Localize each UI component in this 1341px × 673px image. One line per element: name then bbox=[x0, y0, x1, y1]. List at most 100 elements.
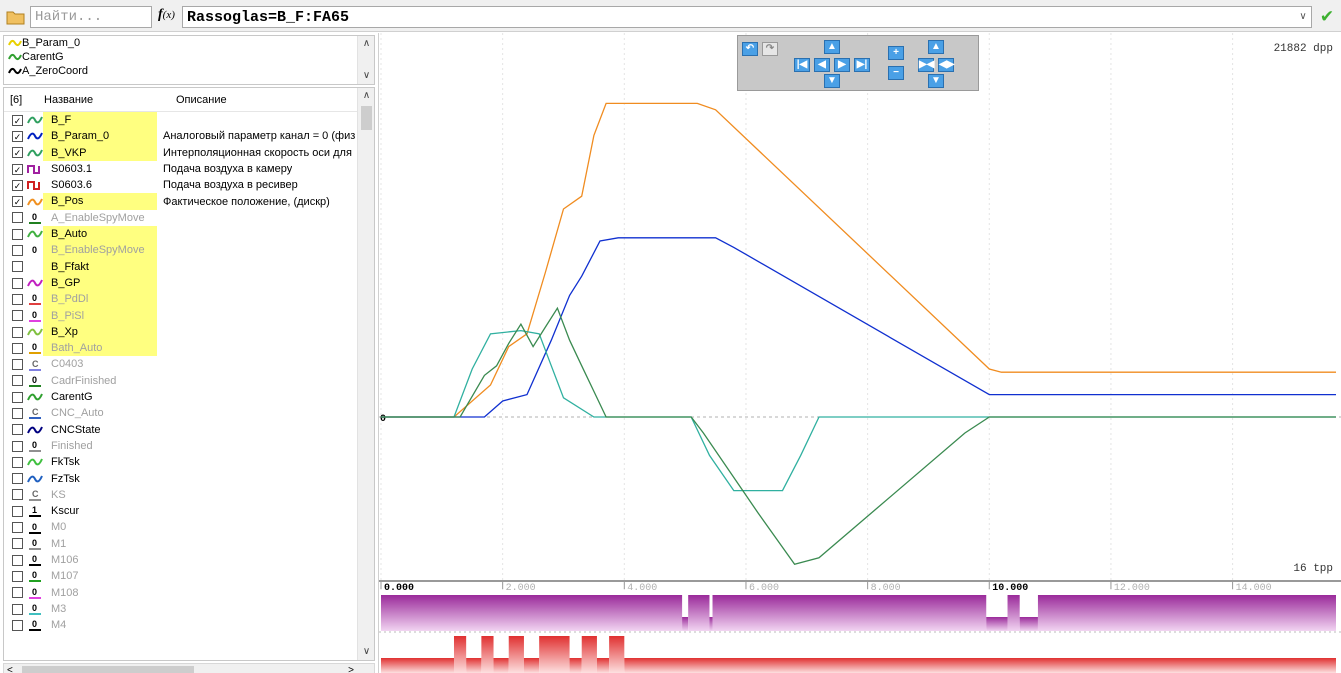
oscilloscope-plot[interactable]: 0 0.000 2.000 4.000 6.000 8.000 10.000 12.000 14… bbox=[378, 33, 1341, 673]
horizontal-scrollbar[interactable]: < > bbox=[3, 663, 375, 673]
row-checkbox[interactable] bbox=[12, 228, 23, 240]
formula-input[interactable]: Rassoglas=B_F:FA65 bbox=[182, 6, 1312, 28]
row-checkbox[interactable]: ✓ bbox=[12, 179, 23, 191]
scroll-up-icon[interactable]: ∧ bbox=[358, 88, 374, 104]
selected-signal-item[interactable]: B_Param_0 bbox=[4, 36, 374, 50]
table-row[interactable]: 0 B_PiSl bbox=[4, 307, 374, 324]
row-checkbox[interactable] bbox=[12, 440, 23, 452]
table-row[interactable]: FzTsk bbox=[4, 471, 374, 487]
table-row[interactable]: ✓ B_Pos Фактическое положение, (дискр) bbox=[4, 193, 374, 210]
row-checkbox[interactable] bbox=[12, 424, 23, 436]
go-end-icon[interactable]: ▶| bbox=[854, 58, 870, 72]
row-checkbox[interactable] bbox=[12, 587, 23, 599]
table-row[interactable]: 0 M1 bbox=[4, 536, 374, 552]
scroll-down-icon[interactable]: ∨ bbox=[358, 644, 374, 660]
row-checkbox[interactable] bbox=[12, 456, 23, 468]
table-row[interactable]: C C0403 bbox=[4, 356, 374, 372]
pan-down-icon[interactable]: ▼ bbox=[824, 74, 840, 88]
undo-icon[interactable]: ↶ bbox=[742, 42, 758, 56]
zoom-in-icon[interactable]: + bbox=[888, 46, 904, 60]
row-checkbox[interactable] bbox=[12, 407, 23, 419]
scrollbar[interactable]: ∧ ∨ bbox=[357, 36, 374, 84]
table-row[interactable]: 0 CadrFinished bbox=[4, 373, 374, 389]
row-checkbox[interactable] bbox=[12, 245, 23, 257]
row-checkbox[interactable] bbox=[12, 359, 23, 371]
selected-signal-item[interactable]: A_ZeroCoord bbox=[4, 64, 374, 78]
table-row[interactable]: 0 M4 bbox=[4, 617, 374, 633]
row-checkbox[interactable] bbox=[12, 293, 23, 305]
table-row[interactable]: B_Auto bbox=[4, 226, 374, 243]
selected-signal-item[interactable]: CarentG bbox=[4, 50, 374, 64]
row-checkbox[interactable] bbox=[12, 522, 23, 534]
row-checkbox[interactable] bbox=[12, 570, 23, 582]
fit-right-icon[interactable]: ◀▶ bbox=[938, 58, 954, 72]
chart-svg[interactable]: 0 0.000 2.000 4.000 6.000 8.000 10.000 12.000 14… bbox=[379, 33, 1341, 673]
row-checkbox[interactable] bbox=[12, 489, 23, 501]
table-row[interactable]: 0 A_EnableSpyMove bbox=[4, 210, 374, 226]
pan-up-icon[interactable]: ▲ bbox=[824, 40, 840, 54]
table-row[interactable]: CarentG bbox=[4, 389, 374, 405]
header-description[interactable]: Описание bbox=[170, 94, 227, 106]
scroll-right-icon[interactable]: > bbox=[348, 665, 354, 673]
row-checkbox[interactable]: ✓ bbox=[12, 147, 23, 159]
row-checkbox[interactable] bbox=[12, 310, 23, 322]
pan-right-icon[interactable]: ▶ bbox=[834, 58, 850, 72]
zoom-out-icon[interactable]: − bbox=[888, 66, 904, 80]
table-row[interactable]: C KS bbox=[4, 487, 374, 503]
table-row[interactable]: 0 M107 bbox=[4, 568, 374, 584]
table-row[interactable]: ✓ S0603.6 Подача воздуха в ресивер bbox=[4, 177, 374, 193]
go-start-icon[interactable]: |◀ bbox=[794, 58, 810, 72]
chevron-down-icon[interactable]: ∨ bbox=[1296, 7, 1310, 27]
row-checkbox[interactable]: ✓ bbox=[12, 163, 23, 175]
pan-left-icon[interactable]: ◀ bbox=[814, 58, 830, 72]
row-checkbox[interactable] bbox=[12, 538, 23, 550]
folder-icon[interactable] bbox=[6, 9, 26, 25]
row-checkbox[interactable] bbox=[12, 212, 23, 224]
row-checkbox[interactable] bbox=[12, 619, 23, 631]
table-row[interactable]: ✓ S0603.1 Подача воздуха в камеру bbox=[4, 161, 374, 177]
table-row[interactable]: 0 B_EnableSpyMove bbox=[4, 242, 374, 259]
row-checkbox[interactable]: ✓ bbox=[12, 196, 23, 208]
search-input[interactable]: Найти... bbox=[30, 6, 152, 28]
table-row[interactable]: B_Xp bbox=[4, 323, 374, 341]
fit-down-icon[interactable]: ▼ bbox=[928, 74, 944, 88]
header-name[interactable]: Название bbox=[34, 94, 170, 106]
table-row[interactable]: 0 M108 bbox=[4, 585, 374, 601]
row-checkbox[interactable] bbox=[12, 603, 23, 615]
table-row[interactable]: 1 Kscur bbox=[4, 503, 374, 519]
table-row[interactable]: 0 M0 bbox=[4, 519, 374, 535]
row-checkbox[interactable] bbox=[12, 391, 23, 403]
fit-icon[interactable]: ▶◀ bbox=[918, 58, 934, 72]
table-row[interactable]: 0 B_PdDl bbox=[4, 291, 374, 308]
row-checkbox[interactable] bbox=[12, 261, 23, 273]
row-checkbox[interactable] bbox=[12, 342, 23, 354]
table-row[interactable]: FkTsk bbox=[4, 454, 374, 470]
redo-icon[interactable]: ↷ bbox=[762, 42, 778, 56]
row-checkbox[interactable] bbox=[12, 505, 23, 517]
scroll-thumb[interactable] bbox=[22, 666, 194, 673]
row-checkbox[interactable] bbox=[12, 554, 23, 566]
table-row[interactable]: B_Ffakt bbox=[4, 258, 374, 275]
table-row[interactable]: CNCState bbox=[4, 422, 374, 438]
fit-up-icon[interactable]: ▲ bbox=[928, 40, 944, 54]
row-checkbox[interactable] bbox=[12, 473, 23, 485]
selected-signals-list[interactable]: B_Param_0 CarentG A_ZeroCoord ∧ ∨ bbox=[3, 35, 375, 85]
table-row[interactable]: 0 Finished bbox=[4, 438, 374, 454]
scroll-down-icon[interactable]: ∨ bbox=[358, 68, 374, 84]
scroll-thumb[interactable] bbox=[361, 106, 372, 130]
table-row[interactable]: ✓ B_F bbox=[4, 112, 374, 129]
table-row[interactable]: ✓ B_Param_0 Аналоговый параметр канал = 0 … bbox=[4, 128, 374, 145]
row-checkbox[interactable]: ✓ bbox=[12, 130, 23, 142]
scroll-left-icon[interactable]: < bbox=[7, 665, 13, 673]
table-row[interactable]: C CNC_Auto bbox=[4, 405, 374, 421]
table-row[interactable]: 0 M106 bbox=[4, 552, 374, 568]
row-checkbox[interactable] bbox=[12, 277, 23, 289]
row-checkbox[interactable] bbox=[12, 326, 23, 338]
row-checkbox[interactable]: ✓ bbox=[12, 114, 23, 126]
table-row[interactable]: B_GP bbox=[4, 274, 374, 292]
table-row[interactable]: ✓ B_VKP Интерполяционная скорость оси для bbox=[4, 144, 374, 161]
row-checkbox[interactable] bbox=[12, 375, 23, 387]
table-scrollbar[interactable]: ∧ ∨ bbox=[357, 88, 374, 660]
table-row[interactable]: 0 M3 bbox=[4, 601, 374, 617]
scroll-up-icon[interactable]: ∧ bbox=[358, 36, 374, 52]
